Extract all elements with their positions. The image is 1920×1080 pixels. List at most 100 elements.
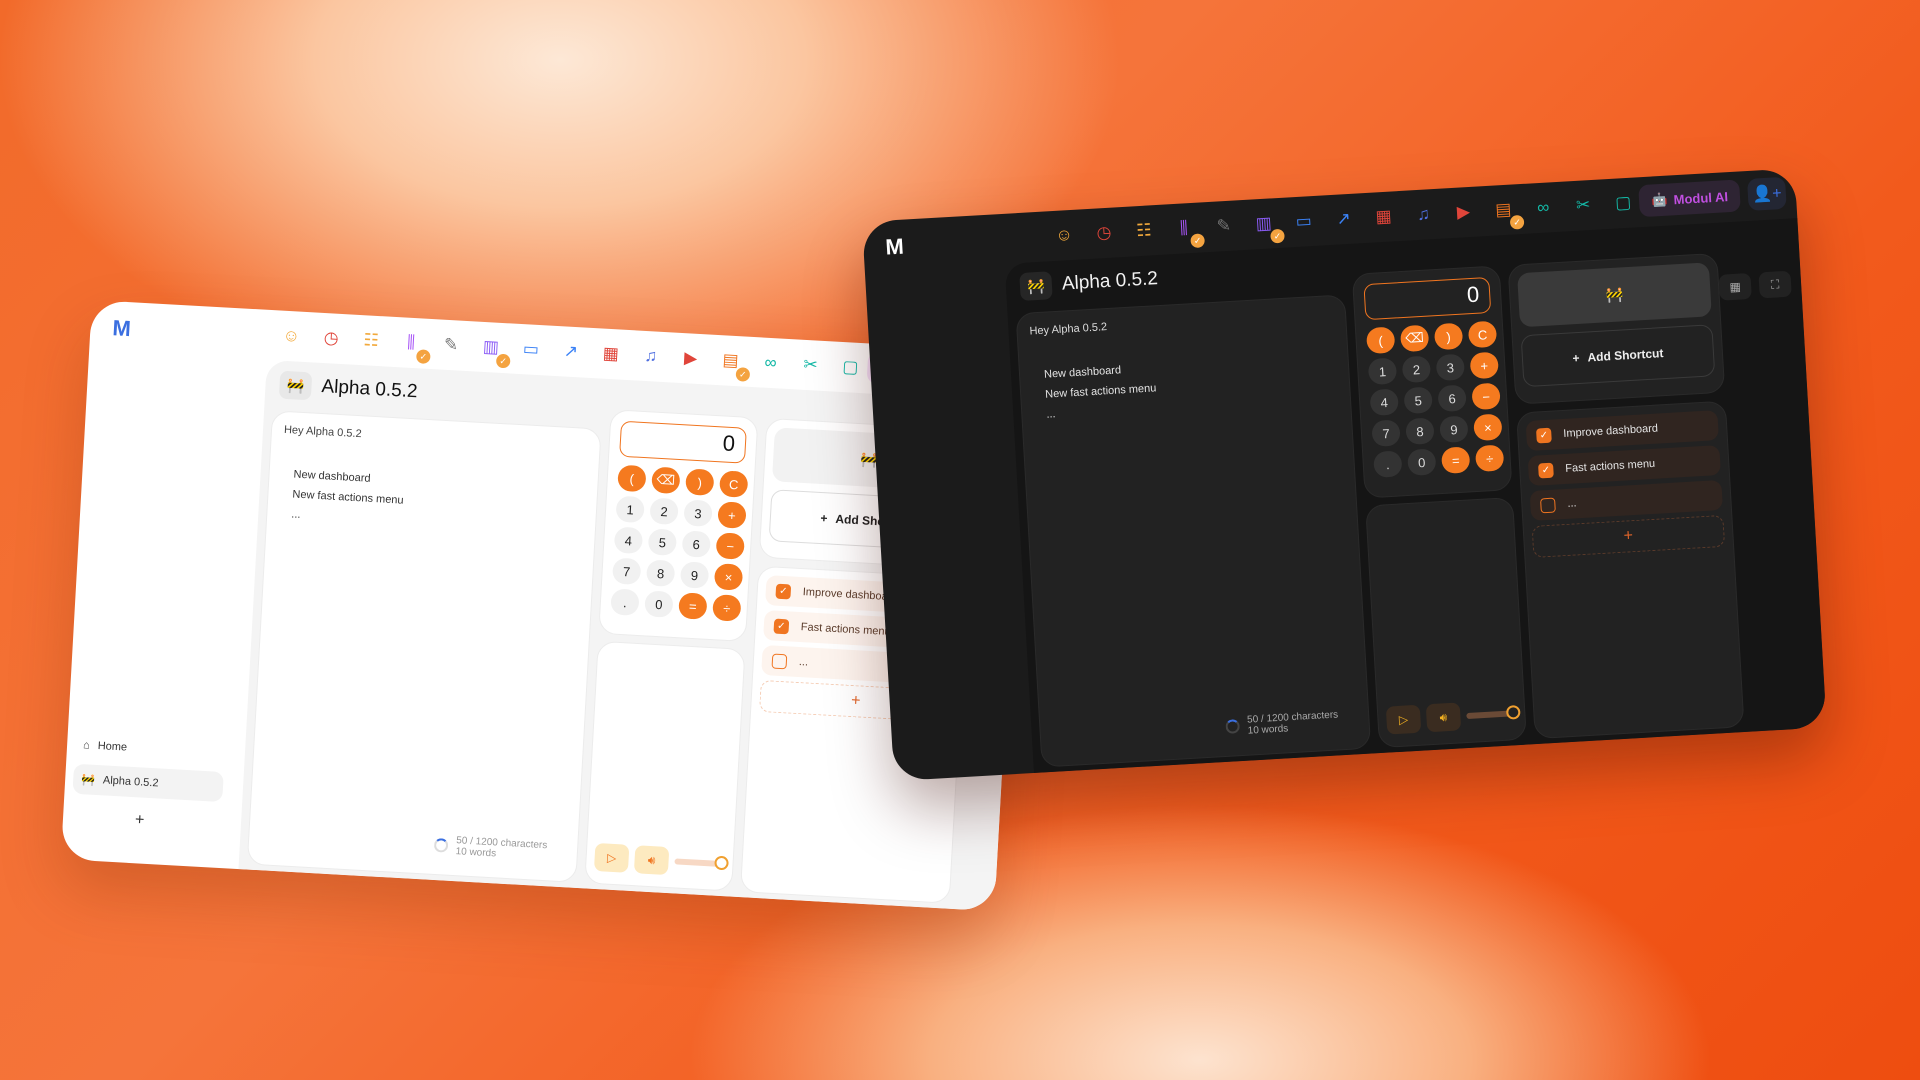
kanban-icon[interactable]: ⫼ ✓ <box>1172 217 1206 249</box>
calculator-key[interactable]: × <box>1473 413 1503 442</box>
notes-widget[interactable]: Hey Alpha 0.5.2 New dashboard New fast a… <box>1015 294 1372 768</box>
calculator-key[interactable]: − <box>1471 382 1501 411</box>
link-icon[interactable]: ∞ <box>1532 196 1555 219</box>
calculator-key[interactable]: 3 <box>1435 353 1466 382</box>
sticky-note-icon[interactable]: ☺ <box>280 325 303 348</box>
calculator-key[interactable]: . <box>610 588 640 616</box>
calculator-key[interactable]: − <box>715 532 745 560</box>
calendar-icon[interactable]: ▤ ✓ <box>1492 198 1525 230</box>
modul-ai-button[interactable]: 🤖 Modul AI <box>1638 179 1741 218</box>
volume-slider[interactable] <box>674 855 729 871</box>
calculator-key[interactable]: 7 <box>611 557 642 586</box>
volume-button[interactable]: 🔊︎ <box>1425 702 1462 733</box>
music-icon[interactable]: ♫ <box>639 345 662 368</box>
calculator-key[interactable]: × <box>713 563 744 591</box>
calculator-key[interactable]: 5 <box>647 528 678 556</box>
todo-checkbox[interactable]: ✓ <box>1535 427 1552 444</box>
notes-widget[interactable]: Hey Alpha 0.5.2 New dashboard New fast a… <box>246 410 602 883</box>
document-icon[interactable]: ▭ <box>519 338 542 361</box>
app-logo[interactable]: M <box>885 234 902 261</box>
checklist-icon[interactable]: ☷ <box>1132 219 1155 242</box>
sidebar-item-home[interactable]: ⌂ Home <box>74 730 225 768</box>
calculator-key[interactable]: 4 <box>613 526 644 555</box>
calculator-key[interactable]: 2 <box>1401 355 1432 384</box>
calculator-key[interactable]: 9 <box>1439 415 1469 444</box>
calculator-key[interactable]: 6 <box>681 530 712 558</box>
notebook-edit-icon[interactable]: ✎ <box>1212 215 1235 238</box>
calculator-key[interactable]: . <box>1373 450 1403 478</box>
calculator-icon[interactable]: ▦ <box>599 342 622 365</box>
add-todo-button[interactable]: + <box>1531 514 1726 558</box>
add-project-button[interactable]: + <box>135 811 145 829</box>
calculator-key[interactable]: ÷ <box>712 594 742 622</box>
qr-icon[interactable]: ▦ <box>1718 272 1752 301</box>
todo-label[interactable]: ... <box>799 656 809 668</box>
sidebar-item-alpha[interactable]: 🚧 Alpha 0.5.2 <box>72 763 224 803</box>
volume-slider-knob[interactable] <box>1505 704 1521 720</box>
calculator-key[interactable]: 4 <box>1369 388 1399 417</box>
calculator-key[interactable]: 0 <box>1407 448 1437 476</box>
external-link-icon[interactable]: ↗ <box>559 340 582 363</box>
todo-label[interactable]: Improve dashboard <box>1563 423 1658 440</box>
calculator-key[interactable]: 2 <box>649 497 679 526</box>
notebook-edit-icon[interactable]: ✎ <box>439 334 462 357</box>
volume-button[interactable]: 🔊︎ <box>633 845 670 876</box>
sticky-note-icon[interactable]: ☺ <box>1052 224 1075 247</box>
shortcut-emoji[interactable]: 🚧 <box>1517 262 1712 328</box>
clock-icon[interactable]: ◷ <box>1092 221 1115 244</box>
add-shortcut-button[interactable]: + Add Shortcut <box>1520 324 1716 388</box>
todo-checkbox[interactable]: ✓ <box>775 583 792 599</box>
calculator-key[interactable]: + <box>717 501 747 529</box>
calculator-key[interactable]: 6 <box>1437 384 1467 413</box>
project-emoji-button[interactable]: 🚧 <box>1019 271 1053 301</box>
todo-checkbox[interactable] <box>1540 497 1556 513</box>
clock-icon[interactable]: ◷ <box>320 327 343 350</box>
todo-checkbox[interactable]: ✓ <box>773 618 790 634</box>
calculator-key[interactable]: ( <box>1365 326 1396 355</box>
calculator-key[interactable]: = <box>1440 446 1471 475</box>
calculator-key[interactable]: ( <box>617 464 647 493</box>
calculator-key[interactable]: 5 <box>1403 386 1433 415</box>
fullscreen-icon[interactable]: ⛶ <box>1758 270 1792 299</box>
notebook-icon[interactable]: ▥ ✓ <box>479 336 511 369</box>
add-user-button[interactable]: 👤+ <box>1746 176 1787 211</box>
project-emoji-button[interactable]: 🚧 <box>278 370 313 401</box>
calculator-key[interactable]: = <box>678 592 708 620</box>
volume-slider[interactable] <box>1466 704 1521 720</box>
todo-checkbox[interactable]: ✓ <box>1537 462 1554 478</box>
notebook-icon[interactable]: ▥ ✓ <box>1252 212 1285 244</box>
calculator-key[interactable]: 9 <box>679 561 710 589</box>
checklist-icon[interactable]: ☷ <box>360 329 383 352</box>
tools-icon[interactable]: ✂ <box>1572 194 1595 217</box>
todo-checkbox[interactable] <box>771 653 788 669</box>
youtube-icon[interactable]: ▶ <box>1452 201 1475 224</box>
play-button[interactable]: ▷ <box>593 842 630 873</box>
todo-label[interactable]: Fast actions menu <box>801 621 891 638</box>
calculator-key[interactable]: 8 <box>645 559 676 587</box>
music-icon[interactable]: ♫ <box>1412 203 1435 226</box>
chat-icon[interactable]: ▢ <box>839 356 862 379</box>
document-icon[interactable]: ▭ <box>1292 210 1315 233</box>
calculator-key[interactable]: C <box>719 470 749 498</box>
calculator-key[interactable]: 3 <box>683 499 713 527</box>
youtube-icon[interactable]: ▶ <box>679 347 702 370</box>
chat-icon[interactable]: ▢ <box>1612 192 1635 215</box>
calculator-key[interactable]: ⌫ <box>651 466 681 495</box>
kanban-icon[interactable]: ⫼ ✓ <box>400 331 431 364</box>
calculator-key[interactable]: C <box>1467 320 1498 349</box>
todo-label[interactable]: Fast actions menu <box>1565 458 1655 475</box>
calculator-icon[interactable]: ▦ <box>1372 205 1395 228</box>
calculator-key[interactable]: ÷ <box>1474 444 1505 473</box>
calculator-key[interactable]: 1 <box>615 495 645 524</box>
calculator-key[interactable]: ) <box>1433 322 1464 351</box>
link-icon[interactable]: ∞ <box>759 351 782 374</box>
app-logo[interactable]: M <box>112 315 129 342</box>
todo-label[interactable]: ... <box>1567 497 1577 510</box>
calculator-key[interactable]: + <box>1469 351 1500 380</box>
calculator-key[interactable]: ⌫ <box>1399 324 1430 353</box>
calculator-key[interactable]: ) <box>685 468 715 496</box>
external-link-icon[interactable]: ↗ <box>1332 208 1355 231</box>
tools-icon[interactable]: ✂ <box>799 354 822 377</box>
calculator-key[interactable]: 7 <box>1371 419 1401 447</box>
calculator-key[interactable]: 1 <box>1367 357 1398 386</box>
